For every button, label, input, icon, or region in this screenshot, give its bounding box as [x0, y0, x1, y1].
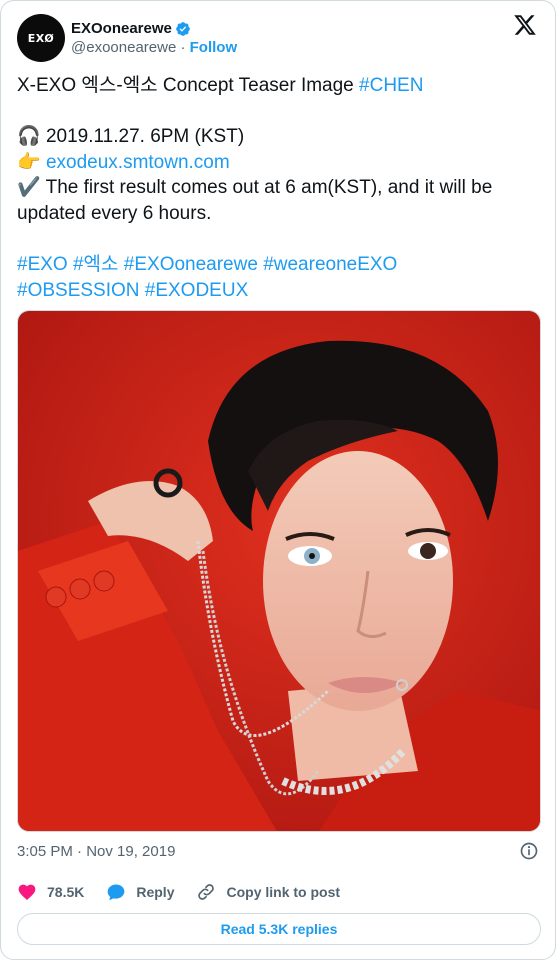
- pointing-hand-icon: 👉: [17, 151, 41, 173]
- tweet-line-result: ✔️ The first result comes out at 6 am(KS…: [17, 175, 541, 226]
- tweet-image[interactable]: [17, 310, 541, 832]
- tweet-line-title: X-EXO 엑스-엑소 Concept Teaser Image #CHEN: [17, 73, 541, 99]
- avatar[interactable]: EXØ: [17, 14, 65, 62]
- action-bar: 78.5K Reply Copy link to post: [17, 881, 362, 903]
- website-link[interactable]: exodeux.smtown.com: [46, 152, 230, 173]
- like-button[interactable]: 78.5K: [17, 882, 84, 902]
- read-replies-button[interactable]: Read 5.3K replies: [17, 913, 541, 945]
- follow-button[interactable]: Follow: [190, 39, 238, 56]
- x-logo-icon[interactable]: [513, 13, 537, 37]
- handle[interactable]: @exoonearewe: [71, 39, 176, 56]
- tweet-line-date: 🎧 2019.11.27. 6PM (KST): [17, 124, 541, 150]
- verified-badge-icon: [176, 21, 190, 36]
- reply-label: Reply: [136, 884, 175, 900]
- author-block: EXOonearewe @exoonearewe · Follow: [71, 20, 237, 56]
- tweet-header: EXØ EXOonearewe @exoonearewe · Follow: [17, 13, 541, 63]
- date-text: 2019.11.27. 6PM (KST): [40, 126, 245, 148]
- info-icon[interactable]: [519, 841, 539, 861]
- tweet-line-link: 👉 exodeux.smtown.com: [17, 150, 541, 176]
- headphone-icon: 🎧: [17, 126, 41, 148]
- concept-teaser-photo: [18, 311, 540, 831]
- copy-link-label: Copy link to post: [226, 884, 341, 900]
- display-name[interactable]: EXOonearewe: [71, 20, 172, 37]
- tweet-text: X-EXO 엑스-엑소 Concept Teaser Image #CHEN 🎧…: [17, 73, 541, 303]
- heart-icon: [18, 884, 36, 900]
- reply-bubble-icon: [108, 884, 125, 901]
- copy-link-button[interactable]: Copy link to post: [196, 882, 340, 902]
- result-text: The first result comes out at 6 am(KST),…: [17, 177, 498, 224]
- timestamp-row: 3:05 PM · Nov 19, 2019: [17, 841, 539, 861]
- hashtag-chen[interactable]: #CHEN: [359, 75, 423, 96]
- name-row: EXOonearewe: [71, 20, 237, 37]
- link-icon: [198, 884, 215, 900]
- hashtags-line-1[interactable]: #EXO #엑소 #EXOonearewe #weareoneEXO: [17, 252, 541, 278]
- tweet-timestamp[interactable]: 3:05 PM · Nov 19, 2019: [17, 843, 175, 860]
- hashtags-line-2[interactable]: #OBSESSION #EXODEUX: [17, 278, 541, 304]
- like-count: 78.5K: [47, 884, 85, 900]
- title-text: X-EXO 엑스-엑소 Concept Teaser Image: [17, 75, 360, 96]
- handle-row: @exoonearewe · Follow: [71, 39, 237, 56]
- reply-button[interactable]: Reply: [106, 882, 174, 902]
- checkmark-icon: ✔️: [17, 177, 41, 199]
- tweet-card: EXØ EXOonearewe @exoonearewe · Follow X-…: [0, 0, 556, 960]
- avatar-logo-text: EXØ: [27, 31, 55, 45]
- separator: ·: [180, 39, 186, 56]
